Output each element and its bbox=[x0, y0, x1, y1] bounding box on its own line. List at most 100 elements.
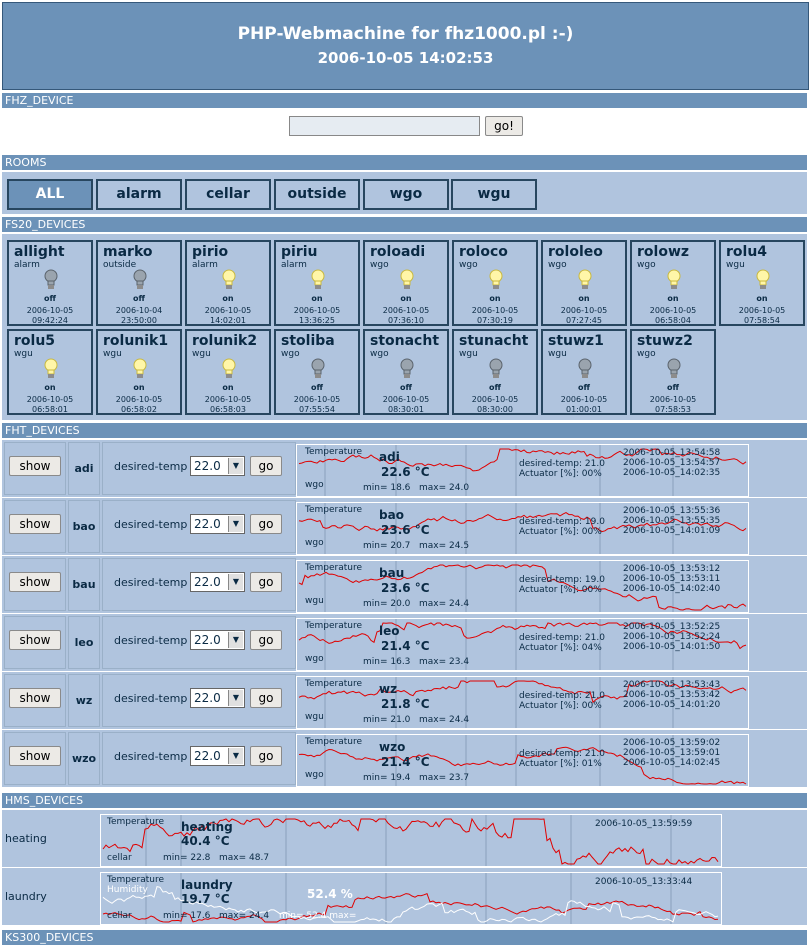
hms-graph: Temperature Humidity cellar laundry 19.7 °C 5… bbox=[100, 872, 722, 925]
room-tab-all[interactable]: ALL bbox=[7, 179, 93, 210]
device-time: 06:58:03 bbox=[210, 405, 246, 414]
device-state: on bbox=[311, 294, 323, 303]
chevron-down-icon: ▼ bbox=[228, 516, 243, 532]
graph-desired-temp: desired-temp: 21.0 bbox=[519, 459, 605, 469]
fs20-device-allight[interactable]: allight alarm off 2006-10-05 09:42:24 bbox=[7, 240, 93, 326]
device-name: stonacht bbox=[370, 333, 440, 349]
graph-room: wgo bbox=[305, 770, 324, 780]
fht-temperature-graph: Temperature wgo wzo 21.4 °C min= 19.4 max= 23… bbox=[296, 734, 749, 787]
show-button[interactable]: show bbox=[9, 456, 61, 476]
fs20-device-stonacht[interactable]: stonacht wgo off 2006-10-05 08:30:01 bbox=[363, 329, 449, 415]
device-name: stoliba bbox=[281, 333, 335, 349]
show-button[interactable]: show bbox=[9, 572, 61, 592]
fs20-device-stunacht[interactable]: stunacht wgu off 2006-10-05 08:30:00 bbox=[452, 329, 538, 415]
go-button[interactable]: go bbox=[250, 572, 282, 592]
go-button[interactable]: go bbox=[250, 746, 282, 766]
fs20-device-stuwz1[interactable]: stuwz1 wgu off 2006-10-05 01:00:01 bbox=[541, 329, 627, 415]
fs20-device-roloadi[interactable]: roloadi wgo on 2006-10-05 07:36:10 bbox=[363, 240, 449, 326]
device-room: wgo bbox=[637, 349, 656, 359]
device-room: wgu bbox=[103, 349, 122, 359]
desired-temp-select[interactable]: 22.0 ▼ bbox=[190, 746, 245, 766]
room-tab-wgu[interactable]: wgu bbox=[451, 179, 537, 210]
device-time: 01:00:01 bbox=[566, 405, 602, 414]
fht-temperature-graph: Temperature wgo leo 21.4 °C min= 16.3 max= 23… bbox=[296, 618, 749, 671]
fht-row-bao: show bao desired-temp 22.0 ▼ go Temperature wgo… bbox=[2, 498, 807, 555]
device-time: 23:50:00 bbox=[121, 316, 157, 325]
device-room: alarm bbox=[14, 260, 40, 270]
device-time: 06:58:04 bbox=[655, 316, 691, 325]
graph-max: max= 24.4 bbox=[419, 599, 470, 609]
device-room: wgu bbox=[459, 349, 478, 359]
desired-temp-select[interactable]: 22.0 ▼ bbox=[190, 572, 245, 592]
room-tab-wgo[interactable]: wgo bbox=[363, 179, 449, 210]
fht-row-adi: show adi desired-temp 22.0 ▼ go Temperature wgo… bbox=[2, 440, 807, 497]
fhz-command-input[interactable] bbox=[289, 116, 480, 136]
section-fhz: FHZ_DEVICE bbox=[2, 93, 807, 108]
fs20-device-rolu5[interactable]: rolu5 wgu on 2006-10-05 06:58:01 bbox=[7, 329, 93, 415]
device-state: on bbox=[756, 294, 768, 303]
device-state: on bbox=[222, 383, 234, 392]
device-name: rolunik2 bbox=[192, 333, 258, 349]
graph-device-name: wz bbox=[379, 682, 398, 696]
device-time: 07:36:10 bbox=[388, 316, 424, 325]
fs20-device-rolowz[interactable]: rolowz wgo on 2006-10-05 06:58:04 bbox=[630, 240, 716, 326]
graph-min: min= 20.7 bbox=[363, 541, 411, 551]
fht-temperature-graph: Temperature wgo bao 23.6 °C min= 20.7 max= 24… bbox=[296, 502, 749, 555]
go-button[interactable]: go bbox=[250, 514, 282, 534]
fs20-device-stoliba[interactable]: stoliba wgo off 2006-10-05 07:55:54 bbox=[274, 329, 360, 415]
graph-timestamp: 2006-10-05_13:59:02 bbox=[623, 738, 721, 748]
fs20-device-piriu[interactable]: piriu alarm on 2006-10-05 13:36:25 bbox=[274, 240, 360, 326]
fht-temperature-graph: Temperature wgu bau 23.6 °C min= 20.0 max= 24… bbox=[296, 560, 749, 613]
device-state: off bbox=[667, 383, 679, 392]
fhz-row: go! bbox=[2, 111, 807, 151]
show-button[interactable]: show bbox=[9, 746, 61, 766]
fs20-device-pirio[interactable]: pirio alarm on 2006-10-05 14:02:01 bbox=[185, 240, 271, 326]
graph-room: wgo bbox=[305, 480, 324, 490]
room-tab-outside[interactable]: outside bbox=[274, 179, 360, 210]
fht-name: wzo bbox=[71, 752, 97, 765]
room-tab-cellar[interactable]: cellar bbox=[185, 179, 271, 210]
desired-temp-select[interactable]: 22.0 ▼ bbox=[190, 456, 245, 476]
show-button[interactable]: show bbox=[9, 688, 61, 708]
device-time: 08:30:00 bbox=[477, 405, 513, 414]
desired-temp-label: desired-temp bbox=[114, 576, 188, 589]
desired-temp-select[interactable]: 22.0 ▼ bbox=[190, 688, 245, 708]
graph-max: max= 48.7 bbox=[219, 853, 270, 863]
show-button[interactable]: show bbox=[9, 630, 61, 650]
fs20-device-rololeo[interactable]: rololeo wgo on 2006-10-05 07:27:45 bbox=[541, 240, 627, 326]
fs20-device-stuwz2[interactable]: stuwz2 wgo off 2006-10-05 07:58:53 bbox=[630, 329, 716, 415]
graph-room: wgo bbox=[305, 654, 324, 664]
graph-room: wgu bbox=[305, 596, 324, 606]
room-tab-alarm[interactable]: alarm bbox=[96, 179, 182, 210]
bulb-on-icon bbox=[488, 269, 504, 295]
device-date: 2006-10-05 bbox=[115, 395, 163, 404]
graph-timestamp: 2006-10-05_14:01:20 bbox=[623, 700, 721, 710]
graph-timestamp: 2006-10-05_14:02:35 bbox=[623, 468, 721, 478]
graph-timestamp: 2006-10-05_13:52:24 bbox=[623, 632, 721, 642]
graph-max: max= 24.4 bbox=[419, 715, 470, 725]
hms-graph: Temperature cellar heating 40.4 °C min= 22.8… bbox=[100, 814, 722, 867]
desired-temp-select[interactable]: 22.0 ▼ bbox=[190, 630, 245, 650]
page-datetime: 2006-10-05 14:02:53 bbox=[317, 49, 494, 67]
fs20-device-roloco[interactable]: roloco wgo on 2006-10-05 07:30:19 bbox=[452, 240, 538, 326]
fs20-device-rolu4[interactable]: rolu4 wgu on 2006-10-05 07:58:54 bbox=[719, 240, 805, 326]
desired-temp-select[interactable]: 22.0 ▼ bbox=[190, 514, 245, 534]
fs20-device-marko[interactable]: marko outside off 2006-10-04 23:50:00 bbox=[96, 240, 182, 326]
graph-max: max= 24.0 bbox=[419, 483, 470, 493]
fs20-device-rolunik2[interactable]: rolunik2 wgu on 2006-10-05 06:58:03 bbox=[185, 329, 271, 415]
device-time: 07:30:19 bbox=[477, 316, 513, 325]
bulb-on-icon bbox=[221, 358, 237, 384]
device-date: 2006-10-05 bbox=[738, 306, 786, 315]
device-time: 13:36:25 bbox=[299, 316, 335, 325]
go-button[interactable]: go bbox=[250, 630, 282, 650]
fhz-go-button[interactable]: go! bbox=[485, 116, 523, 136]
show-button[interactable]: show bbox=[9, 514, 61, 534]
graph-current-temp: 21.8 °C bbox=[381, 697, 430, 711]
fs20-device-rolunik1[interactable]: rolunik1 wgu on 2006-10-05 06:58:02 bbox=[96, 329, 182, 415]
graph-room: cellar bbox=[107, 853, 132, 863]
go-button[interactable]: go bbox=[250, 456, 282, 476]
fht-name: wz bbox=[75, 694, 93, 707]
go-button[interactable]: go bbox=[250, 688, 282, 708]
chevron-down-icon: ▼ bbox=[228, 690, 243, 706]
device-name: rolu4 bbox=[726, 244, 768, 260]
